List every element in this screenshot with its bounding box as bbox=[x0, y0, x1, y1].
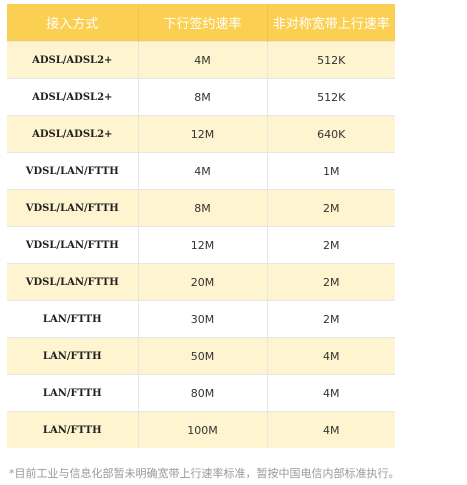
uplink-rate-cell: 640K bbox=[267, 115, 395, 153]
footnote: *目前工业与信息化部暂未明确宽带上行速率标准，暂按中国电信内部标准执行。 bbox=[9, 467, 400, 480]
downlink-rate-cell: 4M bbox=[138, 152, 268, 190]
access-method-cell: ADSL/ADSL2+ bbox=[7, 115, 139, 153]
broadband-speed-table: 接入方式 下行签约速率 非对称宽带上行速率 ADSL/ADSL2+ 4M 512… bbox=[7, 4, 395, 448]
speed-table-container: 接入方式 下行签约速率 非对称宽带上行速率 ADSL/ADSL2+ 4M 512… bbox=[7, 4, 395, 448]
uplink-rate-cell: 2M bbox=[267, 263, 395, 301]
access-method-cell: VDSL/LAN/FTTH bbox=[7, 189, 139, 227]
downlink-rate-cell: 12M bbox=[138, 115, 268, 153]
downlink-rate-cell: 4M bbox=[138, 41, 268, 79]
table-row: ADSL/ADSL2+ 4M 512K bbox=[7, 41, 395, 79]
table-body: ADSL/ADSL2+ 4M 512K ADSL/ADSL2+ 8M 512K … bbox=[7, 41, 395, 448]
access-method-cell: VDSL/LAN/FTTH bbox=[7, 263, 139, 301]
access-method-cell: LAN/FTTH bbox=[7, 300, 139, 338]
header-uplink-rate: 非对称宽带上行速率 bbox=[267, 4, 395, 42]
table-header: 接入方式 下行签约速率 非对称宽带上行速率 bbox=[7, 4, 395, 42]
access-method-cell: LAN/FTTH bbox=[7, 337, 139, 375]
uplink-rate-cell: 512K bbox=[267, 41, 395, 79]
table-row: ADSL/ADSL2+ 12M 640K bbox=[7, 115, 395, 153]
downlink-rate-cell: 50M bbox=[138, 337, 268, 375]
table-row: LAN/FTTH 100M 4M bbox=[7, 411, 395, 448]
access-method-cell: VDSL/LAN/FTTH bbox=[7, 226, 139, 264]
access-method-cell: ADSL/ADSL2+ bbox=[7, 41, 139, 79]
table-row: VDSL/LAN/FTTH 20M 2M bbox=[7, 263, 395, 301]
downlink-rate-cell: 8M bbox=[138, 189, 268, 227]
downlink-rate-cell: 100M bbox=[138, 411, 268, 448]
access-method-cell: ADSL/ADSL2+ bbox=[7, 78, 139, 116]
table-row: VDSL/LAN/FTTH 4M 1M bbox=[7, 152, 395, 190]
access-method-cell: LAN/FTTH bbox=[7, 411, 139, 448]
table-row: LAN/FTTH 30M 2M bbox=[7, 300, 395, 338]
access-method-cell: VDSL/LAN/FTTH bbox=[7, 152, 139, 190]
table-row: VDSL/LAN/FTTH 8M 2M bbox=[7, 189, 395, 227]
table-row: ADSL/ADSL2+ 8M 512K bbox=[7, 78, 395, 116]
table-row: LAN/FTTH 80M 4M bbox=[7, 374, 395, 412]
uplink-rate-cell: 2M bbox=[267, 300, 395, 338]
downlink-rate-cell: 30M bbox=[138, 300, 268, 338]
table-row: VDSL/LAN/FTTH 12M 2M bbox=[7, 226, 395, 264]
downlink-rate-cell: 20M bbox=[138, 263, 268, 301]
header-access-method: 接入方式 bbox=[7, 4, 139, 42]
header-row: 接入方式 下行签约速率 非对称宽带上行速率 bbox=[7, 4, 395, 42]
access-method-cell: LAN/FTTH bbox=[7, 374, 139, 412]
uplink-rate-cell: 512K bbox=[267, 78, 395, 116]
uplink-rate-cell: 4M bbox=[267, 411, 395, 448]
uplink-rate-cell: 2M bbox=[267, 226, 395, 264]
uplink-rate-cell: 4M bbox=[267, 337, 395, 375]
downlink-rate-cell: 80M bbox=[138, 374, 268, 412]
downlink-rate-cell: 12M bbox=[138, 226, 268, 264]
uplink-rate-cell: 2M bbox=[267, 189, 395, 227]
uplink-rate-cell: 4M bbox=[267, 374, 395, 412]
uplink-rate-cell: 1M bbox=[267, 152, 395, 190]
header-downlink-rate: 下行签约速率 bbox=[138, 4, 268, 42]
downlink-rate-cell: 8M bbox=[138, 78, 268, 116]
table-row: LAN/FTTH 50M 4M bbox=[7, 337, 395, 375]
